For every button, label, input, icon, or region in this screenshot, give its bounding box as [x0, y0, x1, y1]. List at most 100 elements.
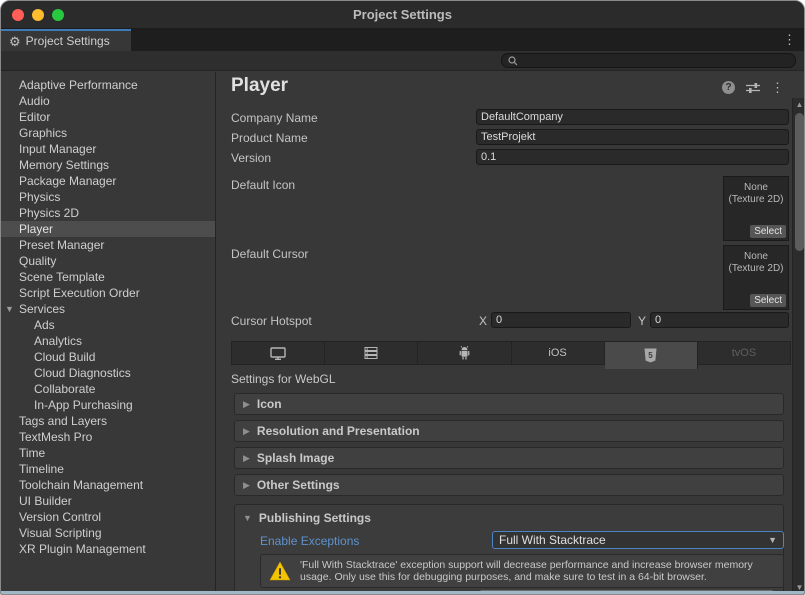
sidebar-item-memory-settings[interactable]: Memory Settings — [1, 157, 215, 173]
sidebar-item-editor[interactable]: Editor — [1, 109, 215, 125]
tabstrip-menu-icon[interactable]: ⋮ — [783, 33, 796, 46]
sidebar-item-physics-2d[interactable]: Physics 2D — [1, 205, 215, 221]
foldout-open-icon[interactable]: ▼ — [5, 301, 14, 317]
foldout-open-icon: ▼ — [243, 513, 252, 523]
window-title: Project Settings — [1, 7, 804, 22]
titlebar: Project Settings — [1, 1, 804, 29]
section-splash-image[interactable]: ▶ Splash Image — [234, 447, 784, 469]
vertical-scrollbar[interactable]: ▲ ▼ — [792, 98, 805, 595]
company-name-label: Company Name — [231, 111, 318, 125]
dock-tab-label: Project Settings — [26, 34, 110, 48]
company-name-input[interactable] — [476, 109, 789, 125]
scrollbar-thumb[interactable] — [795, 113, 804, 251]
section-icon[interactable]: ▶ Icon — [234, 393, 784, 415]
sidebar-item-toolchain-management[interactable]: Toolchain Management — [1, 477, 215, 493]
tab-dedicated-server[interactable] — [325, 341, 418, 365]
sidebar-item-version-control[interactable]: Version Control — [1, 509, 215, 525]
foldout-closed-icon: ▶ — [243, 453, 250, 464]
android-icon — [458, 346, 471, 360]
sidebar-item-ui-builder[interactable]: UI Builder — [1, 493, 215, 509]
product-name-input[interactable] — [476, 129, 789, 145]
sidebar-item-analytics[interactable]: Analytics — [1, 333, 215, 349]
tab-desktop[interactable] — [231, 341, 325, 365]
sidebar-item-graphics[interactable]: Graphics — [1, 125, 215, 141]
sidebar-item-physics[interactable]: Physics — [1, 189, 215, 205]
foldout-closed-icon: ▶ — [243, 399, 250, 410]
project-settings-window: Project Settings ⚙ Project Settings ⋮ Ad… — [0, 0, 805, 595]
sidebar-item-audio[interactable]: Audio — [1, 93, 215, 109]
sidebar-item-player[interactable]: Player — [1, 221, 215, 237]
hotspot-y-label: Y — [638, 314, 646, 328]
sidebar-item-xr-plugin-management[interactable]: XR Plugin Management — [1, 541, 215, 557]
default-cursor-label: Default Cursor — [231, 247, 308, 261]
product-name-label: Product Name — [231, 131, 308, 145]
sidebar-item-script-execution-order[interactable]: Script Execution Order — [1, 285, 215, 301]
sidebar-item-visual-scripting[interactable]: Visual Scripting — [1, 525, 215, 541]
foldout-closed-icon: ▶ — [243, 480, 250, 491]
hotspot-x-label: X — [479, 314, 487, 328]
window-bottom-edge — [1, 591, 804, 594]
foldout-closed-icon: ▶ — [243, 426, 250, 437]
section-other-settings[interactable]: ▶ Other Settings — [234, 474, 784, 496]
default-cursor-select-button[interactable]: Select — [750, 294, 786, 307]
toolbar — [1, 51, 804, 71]
page-title: Player — [231, 75, 288, 97]
chevron-down-icon: ▼ — [768, 535, 777, 545]
publishing-settings-header[interactable]: ▼ Publishing Settings — [243, 511, 371, 525]
hotspot-y-input[interactable] — [650, 312, 789, 328]
section-publishing-settings: ▼ Publishing Settings Enable Exceptions … — [234, 504, 784, 593]
cursor-hotspot-label: Cursor Hotspot — [231, 314, 312, 328]
player-settings-pane: Player ? ⋮ Company Name Product Name Ver… — [217, 72, 805, 595]
search-icon — [508, 56, 518, 66]
default-icon-label: Default Icon — [231, 178, 295, 192]
scroll-up-icon[interactable]: ▲ — [793, 100, 805, 109]
default-icon-select-button[interactable]: Select — [750, 225, 786, 238]
search-input[interactable] — [522, 55, 789, 67]
html5-webgl-icon: 5 — [644, 348, 657, 363]
sidebar-item-cloud-diagnostics[interactable]: Cloud Diagnostics — [1, 365, 215, 381]
default-icon-texture-slot[interactable]: None(Texture 2D) Select — [723, 176, 789, 241]
tab-android[interactable] — [418, 341, 511, 365]
pane-menu-icon[interactable]: ⋮ — [771, 81, 784, 94]
version-input[interactable] — [476, 149, 789, 165]
section-resolution-and-presentation[interactable]: ▶ Resolution and Presentation — [234, 420, 784, 442]
version-label: Version — [231, 151, 271, 165]
svg-text:5: 5 — [649, 351, 654, 360]
dock-tab-strip: ⚙ Project Settings ⋮ — [1, 29, 804, 51]
sidebar-item-in-app-purchasing[interactable]: In-App Purchasing — [1, 397, 215, 413]
warning-message: 'Full With Stacktrace' exception support… — [300, 559, 775, 584]
sidebar-item-adaptive-performance[interactable]: Adaptive Performance — [1, 77, 215, 93]
settings-sidebar: Adaptive Performance Audio Editor Graphi… — [1, 72, 216, 595]
exception-warning-box: 'Full With Stacktrace' exception support… — [260, 554, 784, 588]
sidebar-item-preset-manager[interactable]: Preset Manager — [1, 237, 215, 253]
platform-tab-bar: iOS 5 tvOS — [231, 341, 791, 365]
sidebar-item-scene-template[interactable]: Scene Template — [1, 269, 215, 285]
enable-exceptions-label: Enable Exceptions — [260, 534, 359, 548]
search-field[interactable] — [501, 53, 796, 68]
desktop-monitor-icon — [270, 347, 286, 360]
sidebar-item-time[interactable]: Time — [1, 445, 215, 461]
sidebar-item-timeline[interactable]: Timeline — [1, 461, 215, 477]
sidebar-item-quality[interactable]: Quality — [1, 253, 215, 269]
gear-icon: ⚙ — [9, 35, 21, 48]
sidebar-item-ads[interactable]: Ads — [1, 317, 215, 333]
sidebar-item-input-manager[interactable]: Input Manager — [1, 141, 215, 157]
sidebar-item-cloud-build[interactable]: Cloud Build — [1, 349, 215, 365]
enable-exceptions-dropdown[interactable]: Full With Stacktrace ▼ — [492, 531, 784, 549]
warning-icon — [269, 561, 291, 581]
help-icon[interactable]: ? — [722, 81, 735, 94]
sidebar-item-collaborate[interactable]: Collaborate — [1, 381, 215, 397]
tab-project-settings[interactable]: ⚙ Project Settings — [1, 29, 131, 51]
sidebar-item-services[interactable]: ▼Services — [1, 301, 215, 317]
settings-for-webgl-heading: Settings for WebGL — [231, 372, 336, 386]
sidebar-item-textmesh-pro[interactable]: TextMesh Pro — [1, 429, 215, 445]
sidebar-item-package-manager[interactable]: Package Manager — [1, 173, 215, 189]
default-cursor-texture-slot[interactable]: None(Texture 2D) Select — [723, 245, 789, 310]
server-icon — [364, 347, 378, 359]
tab-ios[interactable]: iOS — [512, 341, 605, 365]
tab-tvos[interactable]: tvOS — [698, 341, 791, 365]
sidebar-item-tags-and-layers[interactable]: Tags and Layers — [1, 413, 215, 429]
presets-icon[interactable] — [746, 82, 760, 94]
tab-webgl[interactable]: 5 — [605, 341, 698, 369]
hotspot-x-input[interactable] — [491, 312, 631, 328]
